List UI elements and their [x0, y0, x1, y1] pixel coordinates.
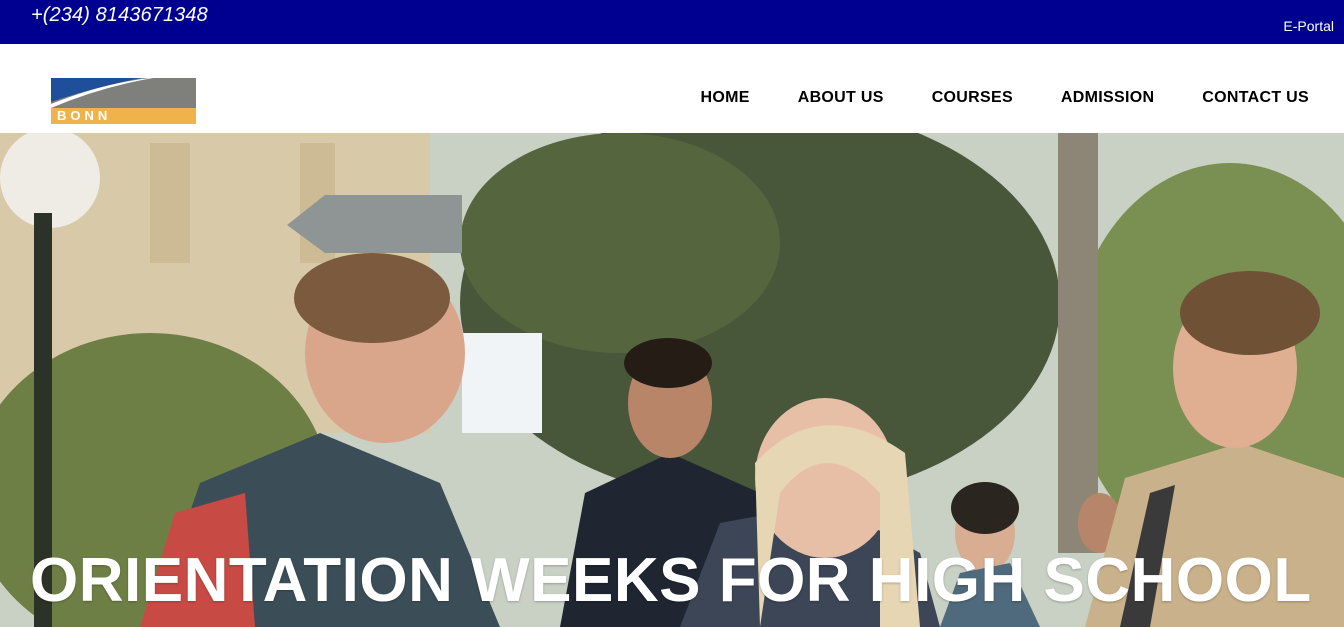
- nav-home[interactable]: HOME: [701, 89, 750, 107]
- phone-number[interactable]: +(234) 8143671348: [31, 4, 208, 27]
- main-nav: HOME ABOUT US COURSES ADMISSION CONTACT …: [701, 88, 1309, 108]
- nav-courses[interactable]: COURSES: [932, 89, 1013, 107]
- logo-wordmark: BONN: [51, 108, 196, 124]
- nav-admission[interactable]: ADMISSION: [1061, 89, 1154, 107]
- site-logo[interactable]: BONN: [51, 78, 196, 124]
- site-header: BONN HOME ABOUT US COURSES ADMISSION CON…: [0, 44, 1344, 133]
- nav-contact-us[interactable]: CONTACT US: [1202, 89, 1309, 107]
- top-utility-bar: +(234) 8143671348 E-Portal: [0, 0, 1344, 44]
- hero-banner: ORIENTATION WEEKS FOR HIGH SCHOOL: [0, 133, 1344, 627]
- e-portal-link[interactable]: E-Portal: [1283, 18, 1334, 34]
- nav-about-us[interactable]: ABOUT US: [798, 89, 884, 107]
- hero-title: ORIENTATION WEEKS FOR HIGH SCHOOL: [30, 546, 1312, 615]
- logo-graphic: [51, 78, 196, 108]
